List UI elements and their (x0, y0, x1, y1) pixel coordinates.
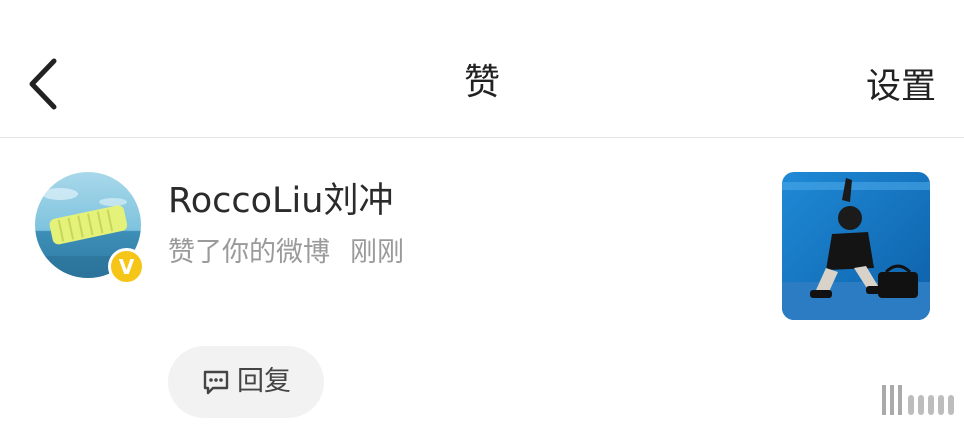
timestamp: 刚刚 (350, 237, 404, 268)
comment-bubble-icon (203, 370, 229, 395)
reply-label: 回复 (237, 366, 291, 397)
watermark-logo (878, 381, 958, 421)
verified-badge: V (108, 248, 145, 285)
action-text: 赞了你的微博 (168, 237, 330, 268)
likes-notification-page: 赞 设置 V RoccoLiu刘冲 赞了你的微博 刚刚 回复 (0, 0, 964, 427)
post-thumbnail[interactable] (782, 172, 930, 320)
post-image (782, 172, 930, 320)
page-title: 赞 (463, 62, 500, 103)
reply-button[interactable]: 回复 (168, 346, 324, 418)
settings-button[interactable]: 设置 (866, 62, 936, 112)
notification-action: 赞了你的微博 刚刚 (168, 233, 404, 273)
username[interactable]: RoccoLiu刘冲 (168, 178, 393, 224)
top-navigation-bar: 赞 设置 (0, 0, 964, 138)
